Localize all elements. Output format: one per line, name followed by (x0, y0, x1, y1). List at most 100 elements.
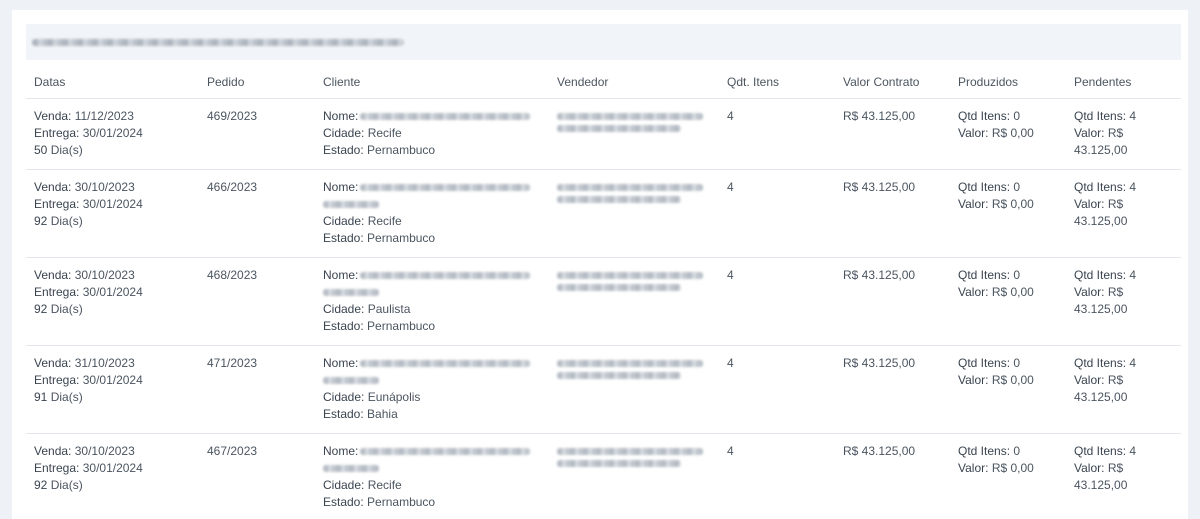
prod-qtd-value: 0 (1013, 356, 1021, 370)
cell-cliente: Nome: Cidade: Eunápolis Estado: Bahia (315, 345, 549, 434)
table-row[interactable]: Venda: 30/10/2023 Entrega: 30/01/2024 92… (26, 257, 1181, 346)
cell-pedido: 471/2023 (199, 345, 315, 434)
valor-contrato-value: R$ 43.125,00 (843, 109, 916, 123)
cell-datas: Venda: 11/12/2023 Entrega: 30/01/2024 50… (26, 98, 199, 170)
label-pend-valor: Valor: (1074, 285, 1105, 299)
table-row[interactable]: Venda: 30/10/2023 Entrega: 30/01/2024 92… (26, 433, 1181, 519)
label-estado: Estado: (323, 495, 364, 509)
col-header-cliente: Cliente (315, 66, 549, 99)
prod-valor-value: R$ 0,00 (991, 461, 1034, 475)
cell-valor-contrato: R$ 43.125,00 (835, 169, 950, 258)
table-row[interactable]: Venda: 31/10/2023 Entrega: 30/01/2024 91… (26, 345, 1181, 434)
col-header-produzidos: Produzidos (950, 66, 1066, 99)
cidade-value: Recife (367, 214, 402, 228)
cell-pedido: 467/2023 (199, 433, 315, 519)
cell-pedido: 466/2023 (199, 169, 315, 258)
col-header-pendentes: Pendentes (1066, 66, 1181, 99)
entrega-date: 30/01/2024 (82, 285, 143, 299)
prod-qtd-value: 0 (1013, 268, 1021, 282)
cell-cliente: Nome: Cidade: Recife Estado: Pernambuco (315, 433, 549, 519)
label-estado: Estado: (323, 231, 364, 245)
redacted-client-name (360, 360, 531, 368)
table-header-row: Datas Pedido Cliente Vendedor Qdt. Itens… (26, 66, 1181, 99)
label-entrega: Entrega: (34, 126, 80, 140)
dias-suffix: Dia(s) (50, 390, 83, 404)
redacted-seller-name-cont (557, 196, 681, 203)
redacted-seller-name (557, 113, 703, 120)
cell-cliente: Nome: Cidade: Recife Estado: Pernambuco (315, 169, 549, 258)
cell-cliente: Nome: Cidade: Paulista Estado: Pernambuc… (315, 257, 549, 346)
card-header (26, 24, 1181, 60)
cell-produzidos: Qtd Itens: 0 Valor: R$ 0,00 (950, 257, 1066, 346)
prod-valor-value: R$ 0,00 (991, 126, 1034, 140)
dias-suffix: Dia(s) (50, 143, 83, 157)
dias-count: 50 (34, 143, 48, 157)
label-prod-valor: Valor: (958, 126, 989, 140)
redacted-client-name (360, 448, 531, 456)
cell-vendedor (549, 345, 719, 434)
label-cidade: Cidade: (323, 302, 365, 316)
cidade-value: Recife (367, 126, 402, 140)
cell-cliente: Nome: Cidade: Recife Estado: Pernambuco (315, 98, 549, 170)
pend-qtd-value: 4 (1129, 444, 1137, 458)
label-prod-qtd: Qtd Itens: (958, 356, 1011, 370)
estado-value: Pernambuco (367, 143, 436, 157)
dias-count: 92 (34, 302, 48, 316)
pedido-number: 469/2023 (207, 109, 258, 123)
cell-datas: Venda: 30/10/2023 Entrega: 30/01/2024 92… (26, 257, 199, 346)
cell-produzidos: Qtd Itens: 0 Valor: R$ 0,00 (950, 98, 1066, 170)
cell-qtd-itens: 4 (719, 345, 835, 434)
label-prod-qtd: Qtd Itens: (958, 444, 1011, 458)
cell-vendedor (549, 257, 719, 346)
estado-value: Pernambuco (367, 231, 436, 245)
col-header-datas: Datas (26, 66, 199, 99)
cidade-value: Recife (367, 478, 402, 492)
redacted-seller-name-cont (557, 125, 681, 132)
cell-produzidos: Qtd Itens: 0 Valor: R$ 0,00 (950, 433, 1066, 519)
redacted-seller-name (557, 272, 703, 279)
qtd-itens-value: 4 (727, 268, 734, 282)
estado-value: Bahia (367, 407, 398, 421)
label-prod-valor: Valor: (958, 373, 989, 387)
redacted-seller-name-cont (557, 372, 681, 379)
cell-datas: Venda: 30/10/2023 Entrega: 30/01/2024 92… (26, 169, 199, 258)
redacted-client-name-cont (323, 377, 379, 384)
pend-qtd-value: 4 (1129, 109, 1137, 123)
redacted-seller-name (557, 184, 703, 191)
label-venda: Venda: (34, 268, 72, 282)
label-cidade: Cidade: (323, 478, 365, 492)
label-prod-valor: Valor: (958, 197, 989, 211)
venda-date: 30/10/2023 (74, 268, 135, 282)
cell-vendedor (549, 169, 719, 258)
dias-count: 92 (34, 214, 48, 228)
venda-date: 30/10/2023 (74, 180, 135, 194)
prod-qtd-value: 0 (1013, 109, 1021, 123)
redacted-client-name-cont (323, 289, 379, 296)
redacted-client-name-cont (323, 465, 379, 472)
label-prod-qtd: Qtd Itens: (958, 268, 1011, 282)
cidade-value: Paulista (367, 302, 411, 316)
label-estado: Estado: (323, 407, 364, 421)
pend-qtd-value: 4 (1129, 356, 1137, 370)
cell-produzidos: Qtd Itens: 0 Valor: R$ 0,00 (950, 345, 1066, 434)
table-row[interactable]: Venda: 30/10/2023 Entrega: 30/01/2024 92… (26, 169, 1181, 258)
label-prod-qtd: Qtd Itens: (958, 180, 1011, 194)
label-pend-qtd: Qtd Itens: (1074, 268, 1127, 282)
cell-pendentes: Qtd Itens: 4 Valor: R$ 43.125,00 (1066, 433, 1181, 519)
label-venda: Venda: (34, 180, 72, 194)
label-cidade: Cidade: (323, 390, 365, 404)
label-entrega: Entrega: (34, 285, 80, 299)
cell-datas: Venda: 31/10/2023 Entrega: 30/01/2024 91… (26, 345, 199, 434)
entrega-date: 30/01/2024 (82, 373, 143, 387)
label-prod-valor: Valor: (958, 285, 989, 299)
qtd-itens-value: 4 (727, 356, 734, 370)
prod-valor-value: R$ 0,00 (991, 285, 1034, 299)
pend-qtd-value: 4 (1129, 180, 1137, 194)
table-row[interactable]: Venda: 11/12/2023 Entrega: 30/01/2024 50… (26, 98, 1181, 170)
redacted-seller-name-cont (557, 460, 681, 467)
entrega-date: 30/01/2024 (82, 461, 143, 475)
label-pend-qtd: Qtd Itens: (1074, 356, 1127, 370)
venda-date: 30/10/2023 (74, 444, 135, 458)
qtd-itens-value: 4 (727, 180, 734, 194)
entrega-date: 30/01/2024 (82, 197, 143, 211)
